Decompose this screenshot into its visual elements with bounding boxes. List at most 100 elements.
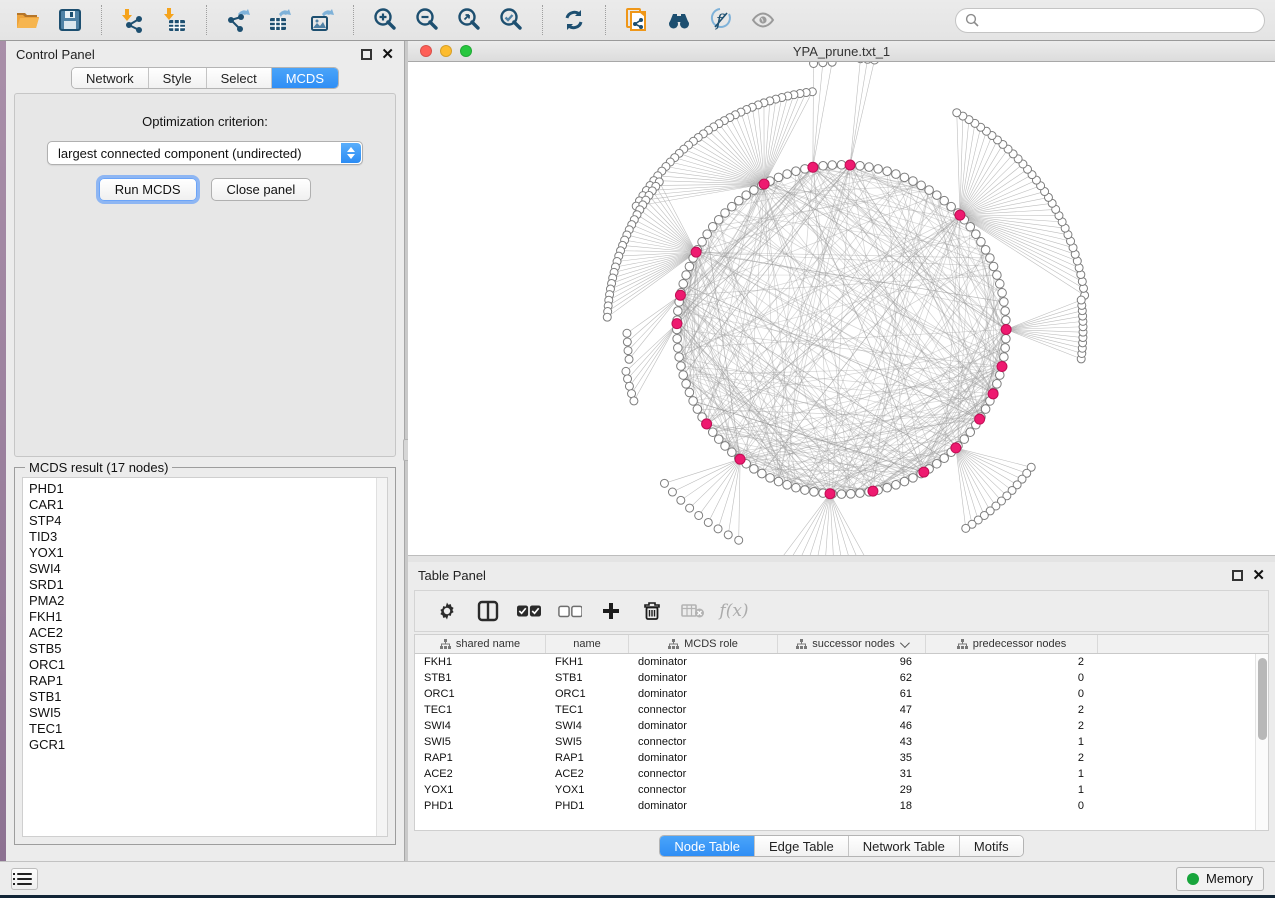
table-tab[interactable]: Node Table: [660, 836, 755, 856]
add-column-icon[interactable]: [599, 599, 623, 623]
column-header-shared-name[interactable]: shared name: [415, 635, 546, 653]
tree-icon: [440, 639, 451, 649]
export-network-icon[interactable]: [220, 3, 256, 37]
table-row[interactable]: TEC1 TEC1 connector 47 2: [415, 702, 1268, 718]
toolbar-separator: [206, 5, 207, 35]
table-row[interactable]: PHD1 PHD1 dominator 18 0: [415, 798, 1268, 814]
mcds-result-item[interactable]: TEC1: [29, 721, 376, 737]
zoom-out-icon[interactable]: [409, 3, 445, 37]
zoom-in-icon[interactable]: [367, 3, 403, 37]
result-list-scrollbar[interactable]: [376, 478, 387, 836]
column-header-mcds-role[interactable]: MCDS role: [629, 635, 778, 653]
zoom-selected-icon[interactable]: [493, 3, 529, 37]
table-row[interactable]: YOX1 YOX1 connector 29 1: [415, 782, 1268, 798]
mcds-result-item[interactable]: TID3: [29, 529, 376, 545]
table-row[interactable]: STB1 STB1 dominator 62 0: [415, 670, 1268, 686]
tree-icon: [668, 639, 679, 649]
mcds-result-item[interactable]: YOX1: [29, 545, 376, 561]
refresh-icon[interactable]: [556, 3, 592, 37]
table-row[interactable]: ORC1 ORC1 dominator 61 0: [415, 686, 1268, 702]
criterion-value: largest connected component (undirected): [48, 146, 302, 161]
clear-all-checks-icon[interactable]: [558, 599, 582, 623]
table-tab[interactable]: Edge Table: [755, 836, 849, 856]
table-panel-title: Table Panel: [418, 568, 486, 583]
zoom-fit-icon[interactable]: [451, 3, 487, 37]
table-tab[interactable]: Network Table: [849, 836, 960, 856]
mcds-result-item[interactable]: CAR1: [29, 497, 376, 513]
table-row[interactable]: RAP1 RAP1 dominator 35 2: [415, 750, 1268, 766]
task-history-icon[interactable]: [11, 868, 38, 890]
select-all-checks-icon[interactable]: [517, 599, 541, 623]
column-header-filler: [1098, 635, 1268, 653]
eye-icon[interactable]: [745, 3, 781, 37]
binoculars-icon[interactable]: [661, 3, 697, 37]
settings-gear-icon[interactable]: [435, 599, 459, 623]
export-image-icon[interactable]: [304, 3, 340, 37]
control-panel-title: Control Panel: [16, 47, 95, 62]
sort-descending-icon: [900, 638, 910, 648]
status-bar: Memory: [0, 861, 1275, 895]
function-circle-icon[interactable]: f: [703, 3, 739, 37]
control-panel: Control Panel ✕ NetworkStyleSelectMCDS O…: [6, 41, 405, 861]
delete-column-icon[interactable]: [640, 599, 664, 623]
table-row[interactable]: SWI5 SWI5 connector 43 1: [415, 734, 1268, 750]
mcds-result-item[interactable]: SWI4: [29, 561, 376, 577]
mcds-result-item[interactable]: ACE2: [29, 625, 376, 641]
close-panel-button[interactable]: Close panel: [211, 178, 312, 201]
toggle-columns-icon[interactable]: [476, 599, 500, 623]
control-panel-tab[interactable]: MCDS: [272, 68, 338, 88]
node-table: shared name name MCDS role successor nod…: [414, 634, 1269, 831]
search-input[interactable]: [985, 13, 1255, 28]
tree-icon: [796, 639, 807, 649]
table-row[interactable]: ACE2 ACE2 connector 31 1: [415, 766, 1268, 782]
control-panel-tab[interactable]: Network: [72, 68, 149, 88]
import-table-icon[interactable]: [157, 3, 193, 37]
column-header-name[interactable]: name: [546, 635, 629, 653]
mcds-result-item[interactable]: FKH1: [29, 609, 376, 625]
mcds-result-item[interactable]: SWI5: [29, 705, 376, 721]
mcds-result-title: MCDS result (17 nodes): [25, 460, 172, 475]
close-panel-icon[interactable]: ✕: [381, 49, 394, 60]
mcds-result-item[interactable]: GCR1: [29, 737, 376, 753]
toolbar-separator: [542, 5, 543, 35]
column-header-successor-nodes[interactable]: successor nodes: [778, 635, 926, 653]
mcds-result-item[interactable]: SRD1: [29, 577, 376, 593]
table-scrollbar[interactable]: [1255, 654, 1268, 830]
tree-icon: [957, 639, 968, 649]
control-panel-tab[interactable]: Style: [149, 68, 207, 88]
dropdown-stepper-icon: [341, 143, 361, 163]
network-canvas[interactable]: [408, 62, 1275, 555]
toolbar-separator: [353, 5, 354, 35]
column-header-predecessor-nodes[interactable]: predecessor nodes: [926, 635, 1098, 653]
mcds-result-item[interactable]: STB5: [29, 641, 376, 657]
open-folder-icon[interactable]: [10, 3, 46, 37]
mcds-result-list: PHD1CAR1STP4TID3YOX1SWI4SRD1PMA2FKH1ACE2…: [23, 478, 376, 836]
mcds-result-item[interactable]: RAP1: [29, 673, 376, 689]
table-scrollbar-thumb[interactable]: [1258, 658, 1267, 740]
network-window-title: YPA_prune.txt_1: [408, 44, 1275, 59]
table-row[interactable]: SWI4 SWI4 dominator 46 2: [415, 718, 1268, 734]
function-builder-icon[interactable]: f(x): [722, 599, 746, 623]
delete-table-icon[interactable]: [681, 599, 705, 623]
table-toolbar: f(x): [414, 590, 1269, 632]
table-tab[interactable]: Motifs: [960, 836, 1023, 856]
save-icon[interactable]: [52, 3, 88, 37]
table-panel: Table Panel ✕: [408, 562, 1275, 861]
table-row[interactable]: FKH1 FKH1 dominator 96 2: [415, 654, 1268, 670]
mcds-result-item[interactable]: STP4: [29, 513, 376, 529]
float-panel-icon[interactable]: [361, 49, 372, 60]
control-panel-tab[interactable]: Select: [207, 68, 272, 88]
close-table-panel-icon[interactable]: ✕: [1252, 570, 1265, 581]
run-mcds-button[interactable]: Run MCDS: [99, 178, 197, 201]
mcds-result-item[interactable]: ORC1: [29, 657, 376, 673]
mcds-result-item[interactable]: PHD1: [29, 481, 376, 497]
mcds-result-item[interactable]: STB1: [29, 689, 376, 705]
import-network-icon[interactable]: [115, 3, 151, 37]
network-document-icon[interactable]: [619, 3, 655, 37]
float-table-panel-icon[interactable]: [1232, 570, 1243, 581]
search-icon: [965, 13, 979, 27]
memory-button[interactable]: Memory: [1176, 867, 1264, 891]
export-table-icon[interactable]: [262, 3, 298, 37]
criterion-dropdown[interactable]: largest connected component (undirected): [47, 141, 363, 165]
mcds-result-item[interactable]: PMA2: [29, 593, 376, 609]
